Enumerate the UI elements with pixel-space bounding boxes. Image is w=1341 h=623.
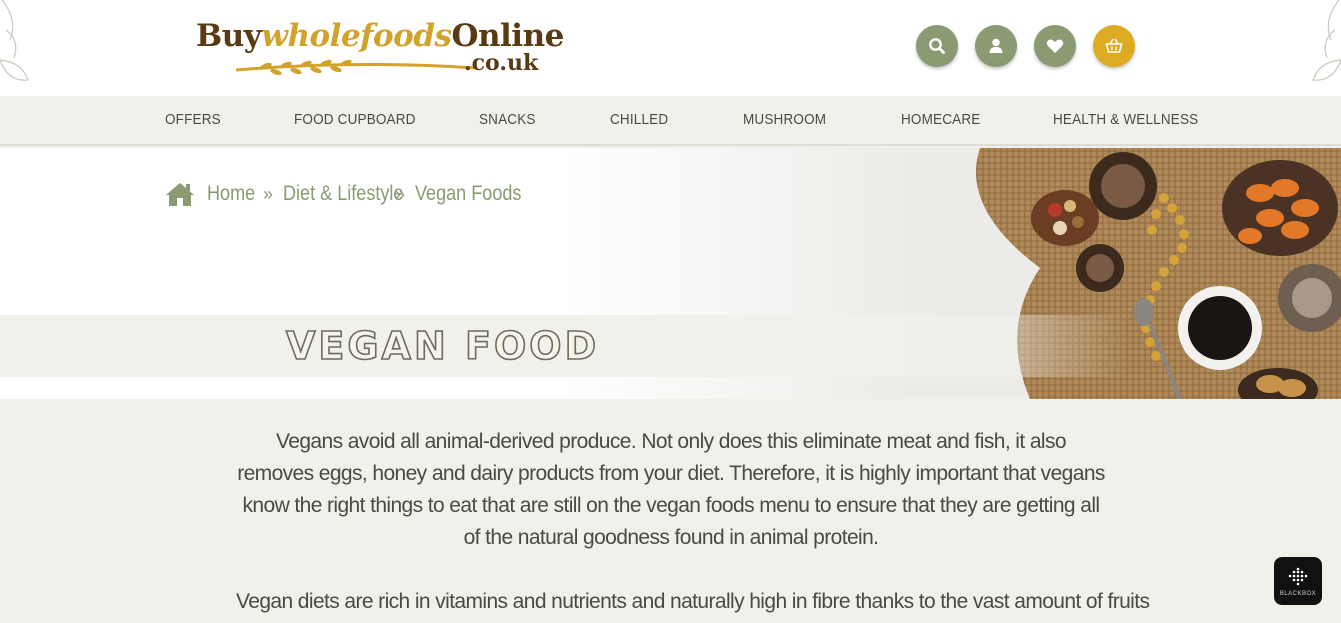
breadcrumb-home-link[interactable]: Home [207,182,255,206]
wishlist-button[interactable] [1034,25,1076,67]
blackbox-logo-icon [1288,567,1308,585]
site-logo[interactable]: BuywholefoodsOnline .co.uk [196,12,580,78]
account-button[interactable] [975,25,1017,67]
breadcrumb-current-page[interactable]: Vegan Foods [415,182,521,206]
basket-button[interactable] [1093,25,1135,67]
breadcrumb: Home » Diet & Lifestyle » Vegan Foods [165,178,521,210]
description-paragraph-2: Vegan diets are rich in vitamins and nut… [236,590,1150,613]
breadcrumb-separator: » [263,183,274,204]
search-icon [929,38,945,54]
nav-item-food-cupboard[interactable]: FOOD CUPBOARD [294,111,416,128]
basket-icon [1105,38,1123,53]
category-description: Vegans avoid all animal-derived produce.… [0,399,1341,623]
nav-item-offers[interactable]: OFFERS [165,111,221,128]
category-hero: Home » Diet & Lifestyle » Vegan Foods VE… [0,148,1341,399]
nav-item-mushroom[interactable]: MUSHROOM [743,111,826,128]
blackbox-widget-button[interactable]: BLACKBOX [1274,557,1322,605]
home-icon[interactable] [165,181,195,207]
description-paragraph-1: Vegans avoid all animal-derived produce.… [237,430,1105,549]
logo-text-online: Online [451,18,564,54]
main-navigation: OFFERS FOOD CUPBOARD SNACKS CHILLED MUSH… [0,96,1341,146]
account-icon [989,38,1003,53]
logo-wordmark: BuywholefoodsOnline [196,18,564,54]
logo-text-wholefoods: wholefoods [261,18,452,54]
site-header: BuywholefoodsOnline .co.uk [0,0,1341,125]
logo-wheat-icon [236,59,476,76]
page-title: VEGAN FOOD [285,323,600,369]
breadcrumb-diet-lifestyle-link[interactable]: Diet & Lifestyle [283,182,403,206]
wishlist-heart-icon [1046,39,1064,53]
nav-item-snacks[interactable]: SNACKS [479,111,536,128]
search-button[interactable] [916,25,958,67]
nav-item-homecare[interactable]: HOMECARE [901,111,980,128]
blackbox-label: BLACKBOX [1279,590,1317,597]
logo-domain-suffix: .co.uk [464,50,539,76]
nav-item-chilled[interactable]: CHILLED [610,111,668,128]
nav-item-health-wellness[interactable]: HEALTH & WELLNESS [1053,111,1198,128]
page-root: BuywholefoodsOnline .co.uk OFFERS FOOD C… [0,0,1341,623]
logo-text-buy: Buy [196,18,262,54]
